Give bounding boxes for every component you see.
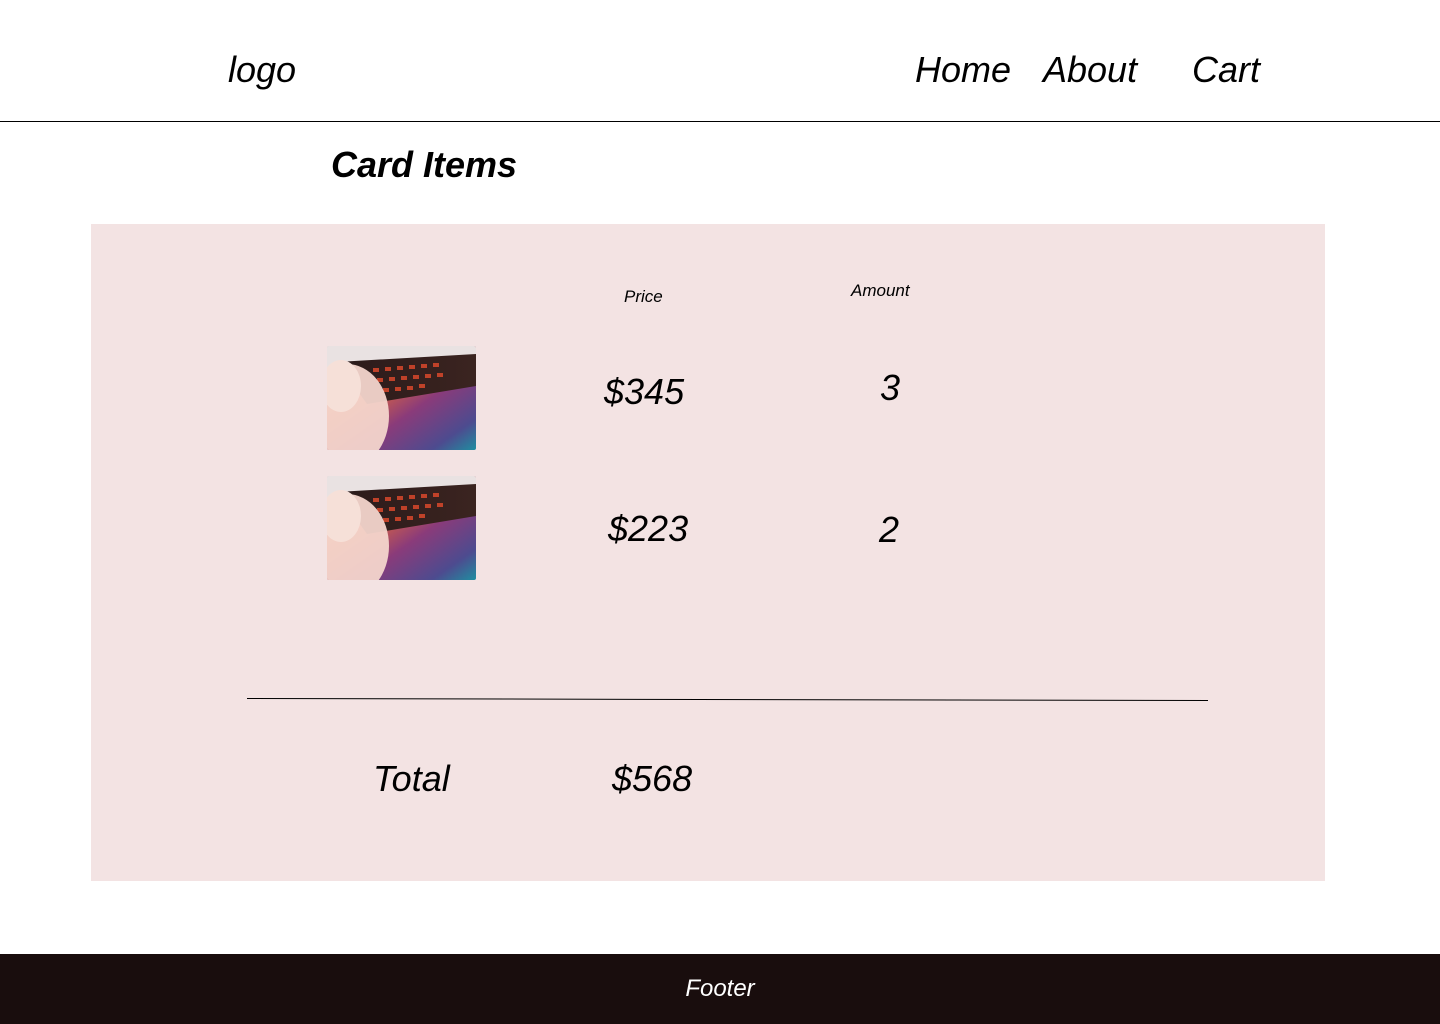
nav-about-link[interactable]: About <box>1043 48 1137 92</box>
page: logo Home About Cart Card Items Price Am… <box>0 0 1440 1024</box>
logo[interactable]: logo <box>228 48 296 92</box>
laptop-keyboard-photo-icon <box>327 346 476 450</box>
laptop-keyboard-photo-icon <box>327 476 476 580</box>
total-value: $568 <box>612 758 693 799</box>
page-title: Card Items <box>331 144 518 185</box>
product-image <box>327 476 476 580</box>
item-amount: 3 <box>880 367 901 408</box>
amount-column-header: Amount <box>851 281 910 300</box>
total-label: Total <box>373 758 450 799</box>
cart-panel: Price Amount $345 3 $223 2 Total $568 <box>91 224 1325 881</box>
product-image <box>327 346 476 450</box>
nav-cart-link[interactable]: Cart <box>1192 48 1260 92</box>
price-column-header: Price <box>624 287 663 306</box>
item-price: $345 <box>604 371 685 412</box>
footer-text: Footer <box>685 975 755 1002</box>
nav-home-link[interactable]: Home <box>915 48 1011 92</box>
total-divider <box>246 698 1208 702</box>
site-footer: Footer <box>0 954 1440 1024</box>
item-price: $223 <box>608 508 689 549</box>
site-header: logo Home About Cart <box>0 0 1440 122</box>
item-amount: 2 <box>879 509 900 550</box>
